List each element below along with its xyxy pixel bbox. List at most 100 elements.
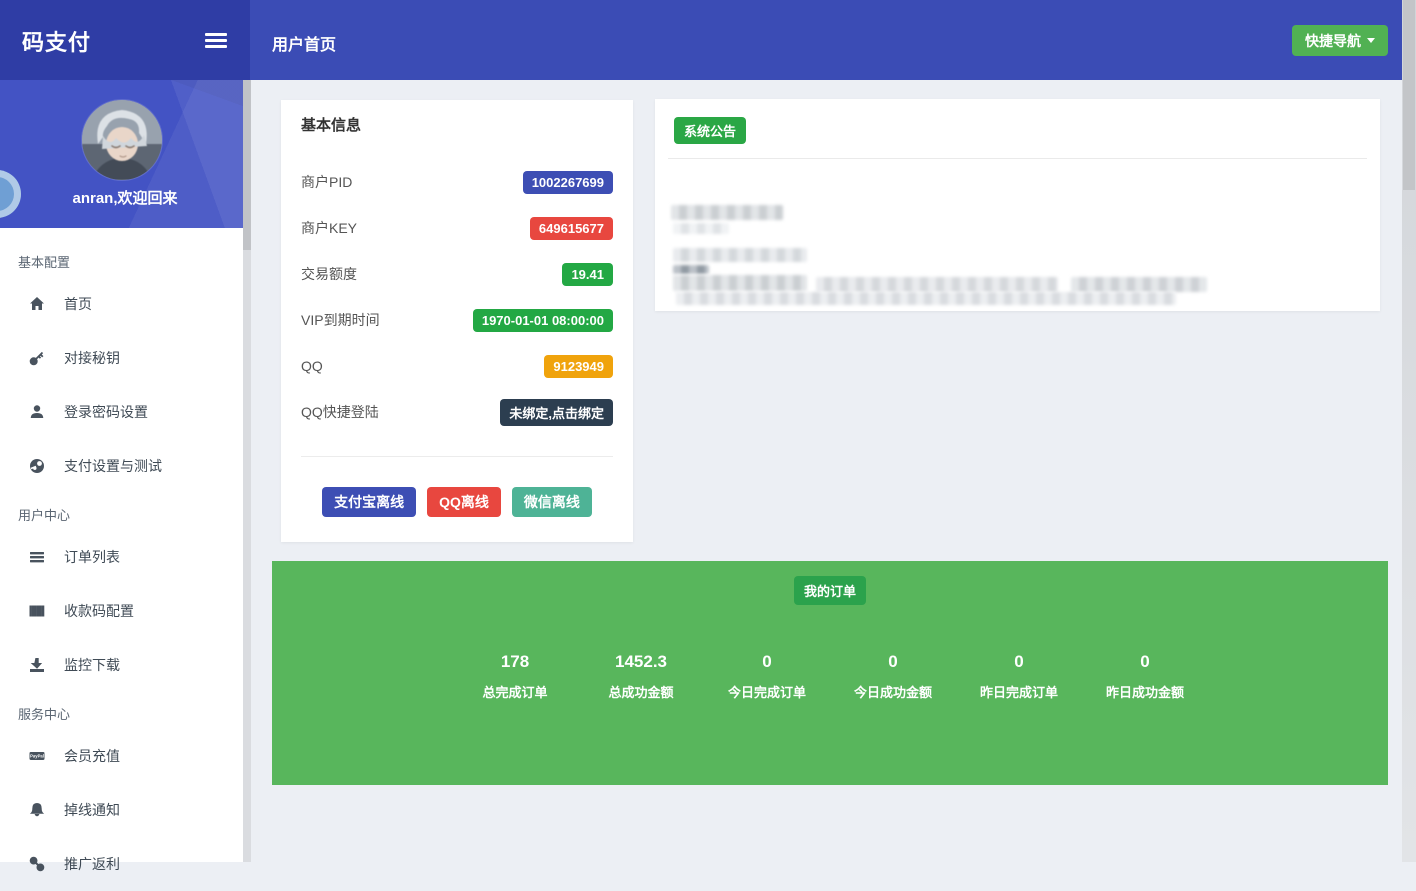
divider xyxy=(301,456,613,457)
order-stat-value: 0 xyxy=(1014,652,1024,671)
info-row-label: 商户KEY xyxy=(301,220,358,236)
sidebar-item-label: 收款码配置 xyxy=(64,603,134,619)
offline-buttons-row: 支付宝离线 QQ离线 微信离线 xyxy=(301,487,613,517)
info-row: 交易额度 19.41 xyxy=(301,251,613,297)
order-stat: 1452.3 总成功金额 xyxy=(593,652,689,701)
sidebar-item[interactable]: PayPal 会员充值 xyxy=(0,729,243,783)
redacted-text xyxy=(676,292,1176,305)
sidebar-item[interactable]: 支付设置与测试 xyxy=(0,439,243,493)
avatar-image xyxy=(82,100,162,180)
user-icon xyxy=(28,403,46,421)
offline-status-button[interactable]: 支付宝离线 xyxy=(322,487,417,517)
list-icon xyxy=(28,548,46,566)
announcement-card: 系统公告 xyxy=(655,99,1380,311)
pay-test-icon xyxy=(28,457,46,475)
redacted-text xyxy=(673,265,709,274)
barcode-icon xyxy=(28,602,46,620)
sidebar-item[interactable]: 监控下载 xyxy=(0,638,243,692)
order-stat-value: 0 xyxy=(888,652,898,671)
sidebar-item[interactable]: 推广返利 xyxy=(0,837,243,891)
sidebar-scrollbar[interactable] xyxy=(243,80,251,862)
sidebar-section: 基本配置 首页 对接秘钥 登录密码设置 支付设置与测试 xyxy=(0,240,243,493)
offline-status-button[interactable]: QQ离线 xyxy=(427,487,501,517)
key-icon xyxy=(28,349,46,367)
info-value-badge[interactable]: 未绑定,点击绑定 xyxy=(500,398,613,426)
orders-badge: 我的订单 xyxy=(793,576,866,605)
page-scrollbar-thumb[interactable] xyxy=(1403,0,1415,190)
info-value-badge: 19.41 xyxy=(562,262,613,286)
info-row-label: 交易额度 xyxy=(301,266,357,282)
announcement-badge: 系统公告 xyxy=(674,117,747,144)
sidebar-section: 服务中心 PayPal 会员充值 掉线通知 推广返利 xyxy=(0,692,243,891)
order-stat-label: 今日成功金额 xyxy=(853,685,932,700)
sidebar-scrollbar-thumb[interactable] xyxy=(243,80,251,250)
link-icon xyxy=(28,855,46,873)
sidebar-item-label: 推广返利 xyxy=(64,856,120,872)
offline-status-button[interactable]: 微信离线 xyxy=(511,487,592,517)
info-value-badge: 649615677 xyxy=(529,216,613,240)
order-stat-label: 今日完成订单 xyxy=(727,685,806,700)
sidebar-item[interactable]: 首页 xyxy=(0,277,243,331)
info-row: 商户KEY 649615677 xyxy=(301,205,613,251)
sidebar-item-label: 支付设置与测试 xyxy=(64,458,162,474)
quick-nav-label: 快捷导航 xyxy=(1305,32,1361,49)
order-stat-label: 昨日成功金额 xyxy=(1105,685,1184,700)
brand-header: 码支付 xyxy=(0,0,250,80)
divider xyxy=(668,158,1367,159)
order-stat: 0 今日成功金额 xyxy=(845,652,941,701)
hamburger-menu-icon[interactable] xyxy=(205,33,227,48)
welcome-text: anran,欢迎回来 xyxy=(72,190,178,207)
info-row: VIP到期时间 1970-01-01 08:00:00 xyxy=(301,297,613,343)
sidebar-item-label: 订单列表 xyxy=(64,549,120,565)
sidebar-item-label: 会员充值 xyxy=(64,748,120,764)
redacted-text xyxy=(673,275,807,291)
redacted-text xyxy=(816,277,1058,292)
page-title: 用户首页 xyxy=(272,37,337,54)
page-scrollbar[interactable] xyxy=(1402,0,1416,862)
sidebar-section-label: 用户中心 xyxy=(18,508,71,523)
info-row-label: 商户PID xyxy=(301,174,353,190)
orders-stats: 178 总完成订单 1452.3 总成功金额 0 今日完成订单 0 今日成功金额… xyxy=(272,652,1388,701)
sidebar-item[interactable]: 订单列表 xyxy=(0,530,243,584)
sidebar-item-label: 登录密码设置 xyxy=(64,404,148,420)
order-stat-value: 1452.3 xyxy=(615,652,667,671)
sidebar-section-label: 服务中心 xyxy=(18,707,71,722)
orders-panel: 我的订单 178 总完成订单 1452.3 总成功金额 0 今日完成订单 0 今… xyxy=(272,561,1388,785)
sidebar-item[interactable]: 掉线通知 xyxy=(0,783,243,837)
sidebar-item-label: 掉线通知 xyxy=(64,802,120,818)
paypal-icon: PayPal xyxy=(28,747,46,765)
topbar: 用户首页 快捷导航 xyxy=(250,0,1416,80)
info-row-label: VIP到期时间 xyxy=(301,312,380,328)
redacted-text xyxy=(671,205,783,220)
info-value-badge: 9123949 xyxy=(544,354,613,378)
sidebar-item-label: 首页 xyxy=(64,296,92,312)
bell-icon xyxy=(28,801,46,819)
info-row: QQ 9123949 xyxy=(301,343,613,389)
redacted-text xyxy=(673,248,807,262)
info-rows: 商户PID 1002267699 商户KEY 649615677 交易额度 19… xyxy=(301,159,613,435)
sidebar-item[interactable]: 收款码配置 xyxy=(0,584,243,638)
order-stat-label: 总完成订单 xyxy=(482,685,548,700)
order-stat: 0 昨日完成订单 xyxy=(971,652,1067,701)
brand-title: 码支付 xyxy=(22,30,92,55)
sidebar-user-panel: anran,欢迎回来 xyxy=(0,80,250,228)
sidebar: 基本配置 首页 对接秘钥 登录密码设置 支付设置与测试 用户中心 订单列表 收款… xyxy=(0,228,243,872)
sidebar-nav: 基本配置 首页 对接秘钥 登录密码设置 支付设置与测试 用户中心 订单列表 收款… xyxy=(0,228,243,891)
quick-nav-button[interactable]: 快捷导航 xyxy=(1292,25,1388,56)
redacted-text xyxy=(673,223,729,234)
order-stat: 0 昨日成功金额 xyxy=(1097,652,1193,701)
sidebar-section: 用户中心 订单列表 收款码配置 监控下载 xyxy=(0,493,243,692)
caret-down-icon xyxy=(1367,38,1375,43)
sidebar-item[interactable]: 对接秘钥 xyxy=(0,331,243,385)
info-row-label: QQ快捷登陆 xyxy=(301,404,379,420)
profile-card: 基本信息 商户PID 1002267699 商户KEY 649615677 交易… xyxy=(281,100,633,542)
order-stat-label: 昨日完成订单 xyxy=(979,685,1058,700)
info-row: 商户PID 1002267699 xyxy=(301,159,613,205)
sidebar-item[interactable]: 登录密码设置 xyxy=(0,385,243,439)
sidebar-section-label: 基本配置 xyxy=(18,255,71,270)
download-icon xyxy=(28,656,46,674)
order-stat: 178 总完成订单 xyxy=(467,652,563,701)
redacted-text xyxy=(1071,277,1207,292)
info-row-label: QQ xyxy=(301,358,323,374)
avatar[interactable] xyxy=(82,100,162,180)
